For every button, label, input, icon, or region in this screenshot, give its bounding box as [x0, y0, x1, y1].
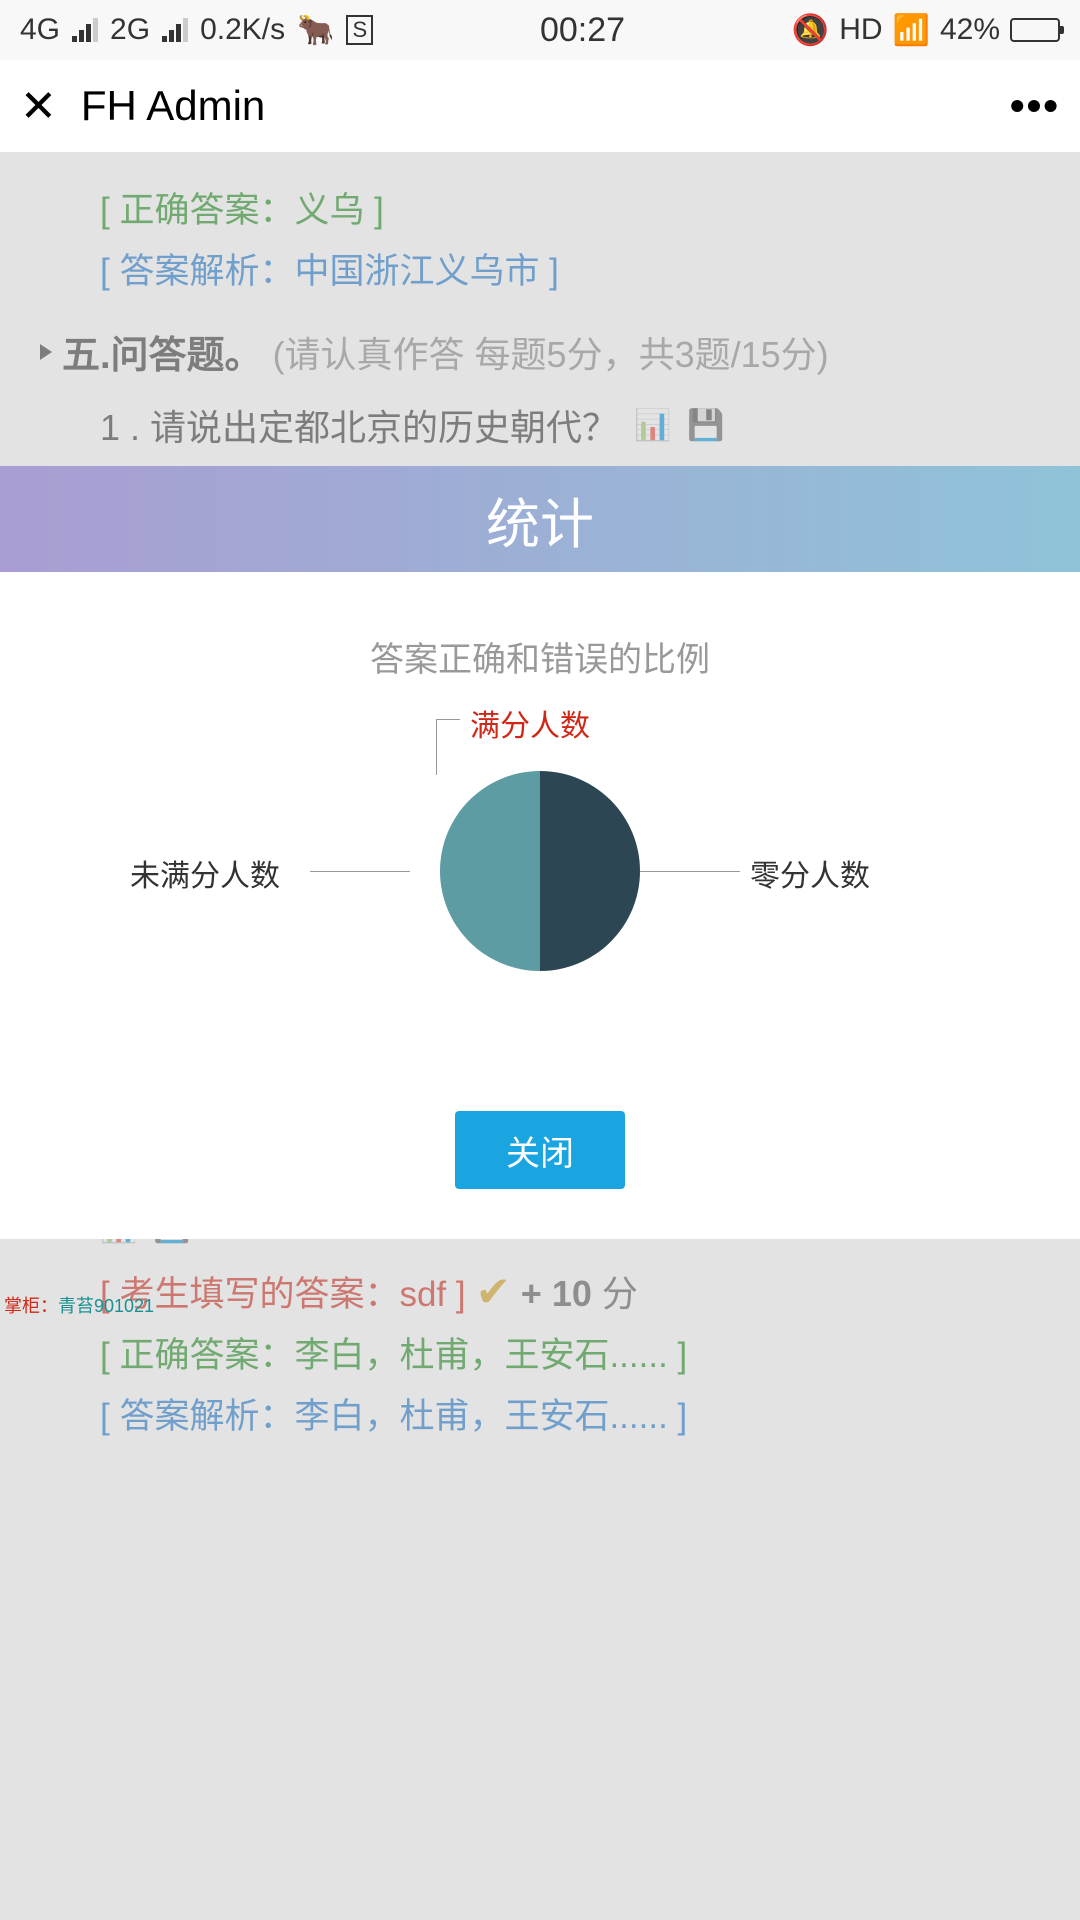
- battery-icon: [1010, 18, 1060, 42]
- battery-pct: 42%: [940, 13, 1000, 47]
- signal-bars-icon: [72, 18, 98, 42]
- pie-label-zero: 零分人数: [750, 851, 870, 895]
- square-s-icon: S: [346, 15, 373, 45]
- hd-label: HD: [839, 13, 882, 47]
- watermark: 掌柜：青苔901021: [4, 1292, 154, 1318]
- chart-title: 答案正确和错误的比例: [30, 632, 1050, 681]
- status-bar: 4G 2G 0.2K/s 🐂 S 00:27 🔕 HD 📶 42%: [0, 0, 1080, 60]
- network-2g-label: 2G: [110, 13, 150, 47]
- stats-modal: 统计 答案正确和错误的比例 满分人数 零分人数 未满分人数 关闭: [0, 466, 1080, 1239]
- pie-chart: 满分人数 零分人数 未满分人数: [30, 711, 1050, 1031]
- network-4g-label: 4G: [20, 13, 60, 47]
- modal-body: 答案正确和错误的比例 满分人数 零分人数 未满分人数 关闭: [0, 572, 1080, 1239]
- mute-icon: 🔕: [792, 13, 829, 48]
- wifi-icon: 📶: [893, 13, 930, 48]
- signal-bars-icon-2: [162, 18, 188, 42]
- bull-icon: 🐂: [297, 13, 334, 48]
- clock: 00:27: [540, 11, 625, 50]
- close-button[interactable]: 关闭: [455, 1111, 625, 1189]
- status-right: 🔕 HD 📶 42%: [792, 13, 1060, 48]
- app-title: FH Admin: [81, 82, 265, 130]
- modal-header: 统计: [0, 466, 1080, 572]
- modal-title: 统计: [486, 480, 594, 559]
- network-speed: 0.2K/s: [200, 13, 285, 47]
- status-left: 4G 2G 0.2K/s 🐂 S: [20, 13, 373, 48]
- pie-label-full: 满分人数: [470, 701, 590, 745]
- more-icon[interactable]: •••: [1010, 82, 1060, 130]
- close-icon[interactable]: ✕: [20, 81, 57, 132]
- pie-label-partial: 未满分人数: [130, 851, 280, 895]
- app-bar: ✕ FH Admin •••: [0, 60, 1080, 152]
- pie-circle: [440, 771, 640, 971]
